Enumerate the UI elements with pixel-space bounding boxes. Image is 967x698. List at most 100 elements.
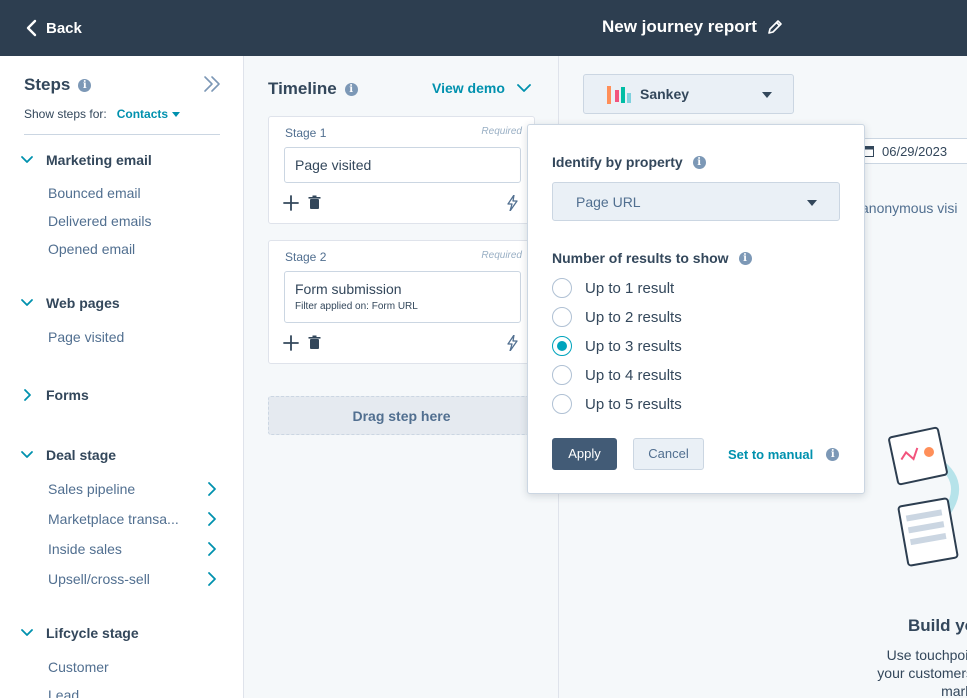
empty-state-text: Use touchpoints your customers w marketi bbox=[847, 646, 967, 698]
cancel-button[interactable]: Cancel bbox=[633, 438, 704, 470]
drag-step-dropzone[interactable]: Drag step here bbox=[268, 396, 535, 435]
info-icon[interactable]: i bbox=[738, 251, 752, 265]
stage-step[interactable]: Form submission Filter applied on: Form … bbox=[284, 271, 521, 323]
info-icon[interactable]: i bbox=[344, 82, 358, 96]
caret-down-icon bbox=[762, 92, 772, 98]
group-deal-stage[interactable]: Deal stage bbox=[20, 447, 116, 463]
radio-label: Up to 3 results bbox=[585, 337, 682, 355]
pencil-icon[interactable] bbox=[767, 19, 783, 35]
group-marketing-email[interactable]: Marketing email bbox=[20, 152, 152, 168]
caret-down-icon bbox=[807, 200, 817, 206]
empty-state-title: Build yo bbox=[908, 616, 967, 635]
chevron-down-icon bbox=[21, 629, 33, 636]
trash-icon[interactable] bbox=[308, 195, 321, 210]
step-item-customer[interactable]: Customer bbox=[48, 659, 109, 675]
info-icon[interactable]: i bbox=[78, 78, 92, 92]
radio-option-1[interactable]: Up to 1 result bbox=[552, 278, 674, 298]
property-select[interactable]: Page URL bbox=[552, 182, 840, 221]
empty-state-line: Use touchpoints bbox=[886, 647, 967, 663]
lightning-icon[interactable] bbox=[507, 195, 518, 211]
step-item-delivered-emails[interactable]: Delivered emails bbox=[48, 213, 151, 229]
stage-step-name: Form submission bbox=[295, 281, 402, 297]
group-lifecycle-stage[interactable]: Lifcycle stage bbox=[20, 625, 139, 641]
back-button[interactable]: Back bbox=[24, 16, 82, 40]
timeline-panel: Timeline i View demo Stage 1 Required Pa… bbox=[244, 56, 559, 698]
stage-step[interactable]: Page visited bbox=[284, 147, 521, 183]
collapse-sidebar-icon[interactable] bbox=[202, 74, 222, 94]
divider bbox=[24, 134, 220, 135]
identify-by-label: Identify by property bbox=[552, 154, 683, 170]
identify-by-heading: Identify by property i bbox=[552, 154, 706, 170]
step-item-opened-email[interactable]: Opened email bbox=[48, 241, 135, 257]
chevron-right-icon[interactable] bbox=[206, 481, 218, 497]
date-range-field[interactable]: 06/29/2023 bbox=[852, 138, 967, 164]
view-demo-label: View demo bbox=[432, 80, 505, 96]
chevron-down-icon bbox=[21, 156, 33, 163]
chevron-right-icon bbox=[24, 389, 31, 401]
step-item-upsell-cross-sell[interactable]: Upsell/cross-sell bbox=[48, 571, 150, 587]
chart-type-dropdown[interactable]: Sankey bbox=[583, 74, 794, 114]
empty-state-line: marketi bbox=[941, 683, 967, 698]
property-select-value: Page URL bbox=[576, 194, 641, 210]
apply-button[interactable]: Apply bbox=[552, 438, 617, 470]
step-item-sales-pipeline[interactable]: Sales pipeline bbox=[48, 481, 135, 497]
radio-option-3[interactable]: Up to 3 results bbox=[552, 336, 682, 356]
stage-filter-text: Filter applied on: Form URL bbox=[295, 301, 418, 312]
step-item-inside-sales[interactable]: Inside sales bbox=[48, 541, 122, 557]
show-steps-for: Show steps for: Contacts bbox=[24, 107, 181, 121]
step-item-lead[interactable]: Lead bbox=[48, 687, 79, 698]
chevron-right-icon[interactable] bbox=[206, 511, 218, 527]
stage-step-name: Page visited bbox=[295, 157, 372, 173]
group-web-pages[interactable]: Web pages bbox=[20, 295, 120, 311]
trash-icon[interactable] bbox=[308, 335, 321, 350]
empty-state-line: your customers w bbox=[877, 665, 967, 681]
stage-card: Stage 2 Required Form submission Filter … bbox=[268, 240, 535, 364]
timeline-title-text: Timeline bbox=[268, 79, 337, 98]
radio-button[interactable] bbox=[552, 278, 572, 298]
date-value: 06/29/2023 bbox=[882, 143, 948, 159]
radio-option-2[interactable]: Up to 2 results bbox=[552, 307, 682, 327]
chevron-down-icon bbox=[21, 451, 33, 458]
results-label: Number of results to show bbox=[552, 250, 729, 266]
info-icon[interactable]: i bbox=[692, 155, 706, 169]
chevron-down-icon bbox=[516, 84, 531, 92]
top-bar: Back New journey report bbox=[0, 0, 967, 56]
timeline-heading: Timeline i bbox=[268, 79, 358, 99]
results-popover: Identify by property i Page URL Number o… bbox=[527, 124, 865, 494]
radio-option-4[interactable]: Up to 4 results bbox=[552, 365, 682, 385]
view-demo-button[interactable]: View demo bbox=[432, 80, 531, 96]
step-item-marketplace-transactions[interactable]: Marketplace transa... bbox=[48, 511, 179, 527]
caret-down-icon bbox=[172, 111, 181, 117]
plus-icon[interactable] bbox=[283, 335, 299, 351]
chart-type-label: Sankey bbox=[640, 86, 690, 102]
radio-button[interactable] bbox=[552, 394, 572, 414]
radio-label: Up to 4 results bbox=[585, 366, 682, 384]
report-title-text: New journey report bbox=[602, 17, 757, 36]
anonymous-visitors-text: anonymous visi bbox=[861, 200, 958, 216]
step-item-bounced-email[interactable]: Bounced email bbox=[48, 185, 141, 201]
back-label: Back bbox=[46, 19, 82, 37]
group-forms[interactable]: Forms bbox=[20, 387, 89, 403]
steps-title-text: Steps bbox=[24, 75, 71, 94]
chevron-right-icon[interactable] bbox=[206, 571, 218, 587]
group-label: Web pages bbox=[46, 295, 120, 311]
sankey-chart-icon bbox=[607, 86, 631, 104]
contacts-dropdown[interactable]: Contacts bbox=[116, 107, 181, 121]
radio-button[interactable] bbox=[552, 307, 572, 327]
plus-icon[interactable] bbox=[283, 195, 299, 211]
chevron-right-icon[interactable] bbox=[206, 541, 218, 557]
chevron-down-icon bbox=[21, 299, 33, 306]
steps-sidebar: Steps i Show steps for: Contacts Marketi… bbox=[0, 56, 244, 698]
radio-option-5[interactable]: Up to 5 results bbox=[552, 394, 682, 414]
radio-button[interactable] bbox=[552, 365, 572, 385]
radio-button-selected[interactable] bbox=[552, 336, 572, 356]
lightning-icon[interactable] bbox=[507, 335, 518, 351]
set-to-manual-link[interactable]: Set to manual i bbox=[728, 447, 840, 462]
info-icon[interactable]: i bbox=[826, 448, 840, 461]
required-label: Required bbox=[481, 126, 522, 137]
step-item-page-visited[interactable]: Page visited bbox=[48, 329, 124, 345]
stage-card: Stage 1 Required Page visited bbox=[268, 116, 535, 224]
set-to-manual-label: Set to manual bbox=[728, 447, 814, 462]
report-title[interactable]: New journey report bbox=[602, 17, 783, 37]
contacts-dropdown-value: Contacts bbox=[116, 107, 169, 121]
